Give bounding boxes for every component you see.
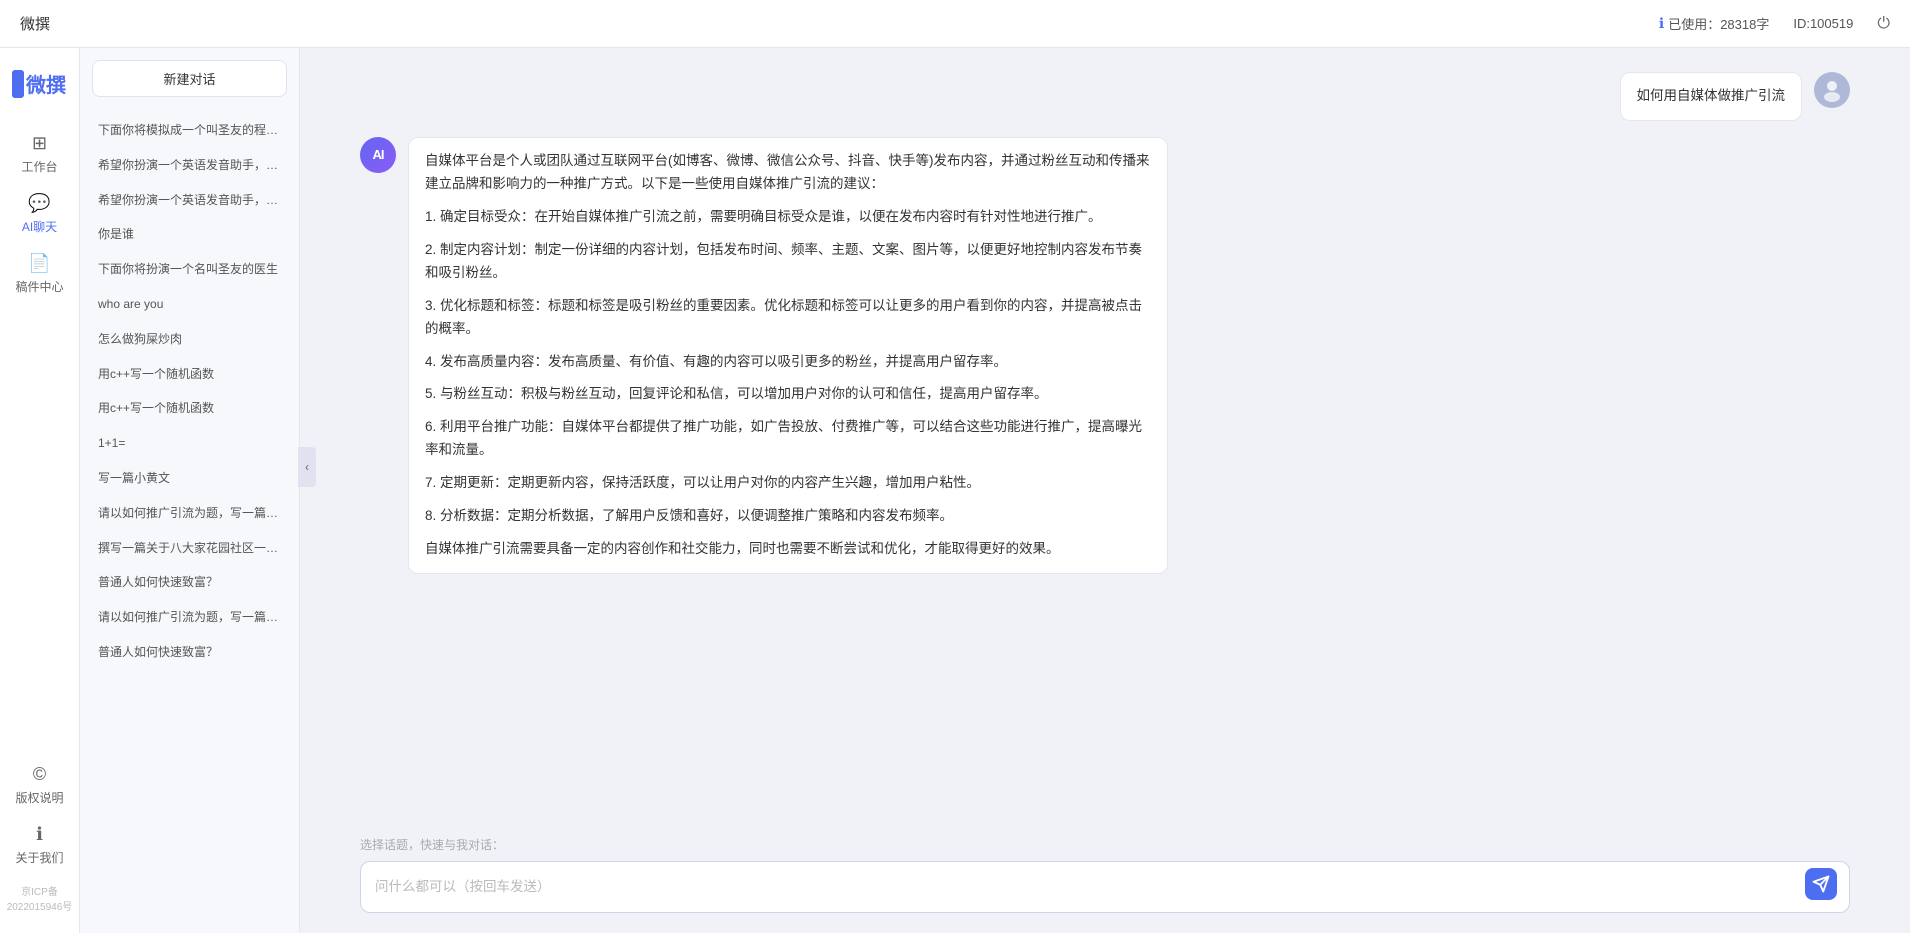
history-item[interactable]: 普通人如何快速致富？ <box>88 635 291 670</box>
nav-about-label: 关于我们 <box>15 849 63 866</box>
history-list: 下面你将模拟成一个叫圣友的程序员，我说...希望你扮演一个英语发音助手，我提供给… <box>80 109 299 933</box>
history-item[interactable]: 希望你扮演一个英语发音助手，我提供给你... <box>88 148 291 183</box>
usage-info: ℹ 已使用：28318字 <box>1659 14 1769 33</box>
history-item[interactable]: 下面你将模拟成一个叫圣友的程序员，我说... <box>88 113 291 148</box>
quick-topics-label: 选择话题，快速与我对话： <box>360 836 1850 853</box>
history-item[interactable]: 希望你扮演一个英语发音助手，我提供给你... <box>88 183 291 218</box>
history-item[interactable]: 写一篇小黄文 <box>88 461 291 496</box>
ai-paragraph: 3. 优化标题和标签：标题和标签是吸引粉丝的重要因素。优化标题和标签可以让更多的… <box>425 295 1151 341</box>
ai-chat-icon: 💬 <box>28 193 50 214</box>
nav-drafts[interactable]: 📄 稿件中心 <box>8 248 72 300</box>
power-icon[interactable]: ⏻ <box>1877 15 1890 33</box>
usage-text: 已使用：28318字 <box>1668 14 1769 33</box>
drafts-icon: 📄 <box>28 253 50 274</box>
history-item[interactable]: 你是谁 <box>88 217 291 252</box>
logo: 微撰 <box>12 64 68 104</box>
history-item[interactable]: who are you <box>88 287 291 322</box>
ai-paragraph: 自媒体推广引流需要具备一定的内容创作和社交能力，同时也需要不断尝试和优化，才能取… <box>425 538 1151 561</box>
ai-paragraph: 6. 利用平台推广功能：自媒体平台都提供了推广功能，如广告投放、付费推广等，可以… <box>425 416 1151 462</box>
info-icon: ℹ <box>1659 15 1664 32</box>
nav-about[interactable]: ℹ 关于我们 <box>8 819 72 871</box>
app-title: 微撰 <box>20 13 50 34</box>
svg-text:微撰: 微撰 <box>25 73 66 97</box>
copyright-icon: © <box>33 764 46 785</box>
ai-paragraph: 2. 制定内容计划：制定一份详细的内容计划，包括发布时间、频率、主题、文案、图片… <box>425 239 1151 285</box>
history-item[interactable]: 用c++写一个随机函数 <box>88 357 291 392</box>
nav-workbench[interactable]: ⊞ 工作台 <box>8 128 72 180</box>
workbench-icon: ⊞ <box>32 133 47 154</box>
history-sidebar: 新建对话 下面你将模拟成一个叫圣友的程序员，我说...希望你扮演一个英语发音助手… <box>80 48 300 933</box>
ai-paragraph: 自媒体平台是个人或团队通过互联网平台(如博客、微博、微信公众号、抖音、快手等)发… <box>425 150 1151 196</box>
nav-drafts-label: 稿件中心 <box>15 278 63 295</box>
user-message-bubble: 如何用自媒体做推广引流 <box>1620 72 1803 121</box>
input-box[interactable] <box>360 861 1850 913</box>
nav-copyright[interactable]: © 版权说明 <box>8 759 72 811</box>
nav-ai-chat[interactable]: 💬 AI聊天 <box>8 188 72 240</box>
history-item[interactable]: 怎么做狗屎炒肉 <box>88 322 291 357</box>
ai-paragraph: 7. 定期更新：定期更新内容，保持活跃度，可以让用户对你的内容产生兴趣，增加用户… <box>425 472 1151 495</box>
ai-message-bubble: 自媒体平台是个人或团队通过互联网平台(如博客、微博、微信公众号、抖音、快手等)发… <box>408 137 1168 574</box>
messages-container: 如何用自媒体做推广引流 AI 自媒体平台是个人或团队通过互联网平台(如博客、微博… <box>300 48 1910 824</box>
ai-paragraph: 8. 分析数据：定期分析数据，了解用户反馈和喜好，以便调整推广策略和内容发布频率… <box>425 505 1151 528</box>
input-area: 选择话题，快速与我对话： <box>300 824 1910 933</box>
nav-ai-chat-label: AI聊天 <box>22 218 57 235</box>
user-avatar <box>1814 72 1850 108</box>
left-nav: 微撰 ⊞ 工作台 💬 AI聊天 📄 稿件中心 © 版权说明 ℹ 关于我们 京IC… <box>0 48 80 933</box>
ai-paragraph: 4. 发布高质量内容：发布高质量、有价值、有趣的内容可以吸引更多的粉丝，并提高用… <box>425 351 1151 374</box>
history-item[interactable]: 普通人如何快速致富？ <box>88 565 291 600</box>
user-message-text: 如何用自媒体做推广引流 <box>1637 88 1786 103</box>
send-button[interactable] <box>1805 868 1837 900</box>
history-item[interactable]: 请以如何推广引流为题，写一篇大纲 <box>88 600 291 635</box>
id-text: ID:100519 <box>1793 16 1853 31</box>
ai-paragraph: 5. 与粉丝互动：积极与粉丝互动，回复评论和私信，可以增加用户对你的认可和信任，… <box>425 383 1151 406</box>
ai-message-row: AI 自媒体平台是个人或团队通过互联网平台(如博客、微博、微信公众号、抖音、快手… <box>360 137 1850 574</box>
history-item[interactable]: 用c++写一个随机函数 <box>88 391 291 426</box>
right-info: ℹ 已使用：28318字 ID:100519 ⏻ <box>1659 14 1890 33</box>
new-chat-button[interactable]: 新建对话 <box>92 60 287 97</box>
nav-copyright-label: 版权说明 <box>15 789 63 806</box>
ai-paragraph: 1. 确定目标受众：在开始自媒体推广引流之前，需要明确目标受众是谁，以便在发布内… <box>425 206 1151 229</box>
history-item[interactable]: 请以如何推广引流为题，写一篇大纲 <box>88 496 291 531</box>
chat-area: 如何用自媒体做推广引流 AI 自媒体平台是个人或团队通过互联网平台(如博客、微博… <box>300 48 1910 933</box>
history-item[interactable]: 1+1= <box>88 426 291 461</box>
user-message-row: 如何用自媒体做推广引流 <box>360 72 1850 121</box>
icp-text: 京ICP备2022015946号 <box>0 879 79 917</box>
history-item[interactable]: 撰写一篇关于八大家花园社区一刻钟便民生... <box>88 531 291 566</box>
history-item[interactable]: 下面你将扮演一个名叫圣友的医生 <box>88 252 291 287</box>
nav-workbench-label: 工作台 <box>21 158 57 175</box>
bottom-nav: © 版权说明 ℹ 关于我们 京ICP备2022015946号 <box>0 759 79 917</box>
about-icon: ℹ <box>36 824 43 845</box>
topbar: 微撰 ℹ 已使用：28318字 ID:100519 ⏻ <box>0 0 1910 48</box>
chat-input[interactable] <box>375 877 1801 897</box>
collapse-sidebar-button[interactable]: ‹ <box>298 447 316 487</box>
ai-avatar: AI <box>360 137 396 173</box>
